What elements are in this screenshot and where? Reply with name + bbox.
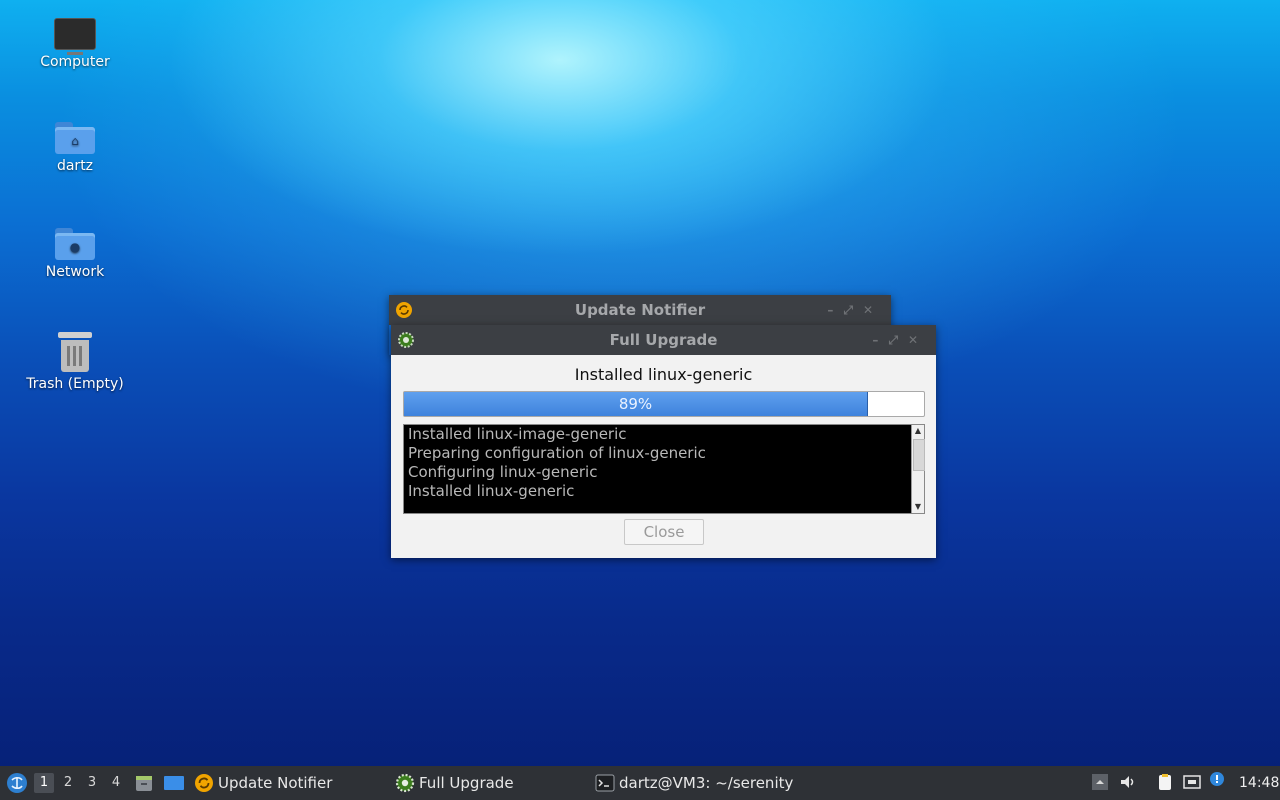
network-icon[interactable] <box>1183 773 1201 791</box>
update-notifier-titlebar[interactable]: Update Notifier –⤢✕ <box>389 295 891 325</box>
task-label: Full Upgrade <box>419 774 514 792</box>
log-output[interactable]: Installed linux-image-generic Preparing … <box>403 424 925 514</box>
desktop-icon-label: Trash (Empty) <box>26 376 124 392</box>
full-upgrade-window: Full Upgrade –⤢✕ Installed linux-generic… <box>391 325 936 558</box>
close-icon[interactable]: ✕ <box>908 333 928 347</box>
file-manager-icon[interactable] <box>134 773 154 793</box>
update-notifier-icon <box>396 302 412 318</box>
scroll-thumb[interactable] <box>913 439 925 471</box>
desktop-icon-home[interactable]: ⌂ dartz <box>20 122 130 174</box>
workspace-4[interactable]: 4 <box>106 773 126 793</box>
desktop-icon-computer[interactable]: Computer <box>20 18 130 70</box>
full-upgrade-titlebar[interactable]: Full Upgrade –⤢✕ <box>391 325 936 355</box>
progress-label: 89% <box>618 395 653 413</box>
gear-icon <box>398 332 414 348</box>
close-button[interactable]: Close <box>624 519 704 545</box>
update-notifier-icon <box>195 774 213 792</box>
log-line: Preparing configuration of linux-generic <box>408 444 706 462</box>
window-controls: –⤢✕ <box>872 325 928 355</box>
minimize-icon[interactable]: – <box>827 303 843 317</box>
network-folder-icon: ● <box>55 228 95 260</box>
workspace-2[interactable]: 2 <box>58 773 78 793</box>
task-update-notifier[interactable]: Update Notifier <box>194 766 384 800</box>
clock[interactable]: 14:48 <box>1239 766 1279 800</box>
close-icon[interactable]: ✕ <box>863 303 883 317</box>
desktop-icon-label: Computer <box>40 54 110 70</box>
computer-icon <box>54 18 96 55</box>
log-line: Installed linux-image-generic <box>408 425 627 443</box>
tray-expand-icon[interactable] <box>1091 773 1109 791</box>
task-label: dartz@VM3: ~/serenity <box>619 774 794 792</box>
window-title: Update Notifier <box>574 301 706 319</box>
notification-icon[interactable] <box>1208 771 1226 789</box>
taskbar: 1 2 3 4 Update Notifier Full Upgrade dar… <box>0 766 1280 800</box>
start-menu-icon[interactable] <box>6 772 28 794</box>
gear-icon <box>395 773 415 793</box>
scroll-up-icon[interactable]: ▲ <box>912 425 924 437</box>
terminal-icon <box>595 774 615 792</box>
desktop-icon-label: dartz <box>56 158 94 174</box>
full-upgrade-body: Installed linux-generic 89% Installed li… <box>391 355 936 558</box>
workspace-1[interactable]: 1 <box>34 773 54 793</box>
progress-bar: 89% <box>403 391 925 417</box>
volume-icon[interactable] <box>1119 773 1137 791</box>
desktop-icon-trash[interactable]: Trash (Empty) <box>20 332 130 392</box>
maximize-icon[interactable]: ⤢ <box>843 303 863 317</box>
workspace-3[interactable]: 3 <box>82 773 102 793</box>
home-folder-icon: ⌂ <box>55 122 95 154</box>
task-terminal[interactable]: dartz@VM3: ~/serenity <box>595 766 815 800</box>
window-controls: –⤢✕ <box>827 295 883 325</box>
trash-icon <box>58 332 92 372</box>
desktop-icon-label: Network <box>45 264 105 280</box>
maximize-icon[interactable]: ⤢ <box>888 333 908 347</box>
show-desktop-icon[interactable] <box>162 773 184 793</box>
log-line: Configuring linux-generic <box>408 463 598 481</box>
task-label: Update Notifier <box>218 774 333 792</box>
clipboard-icon[interactable] <box>1156 773 1174 791</box>
desktop-icon-network[interactable]: ● Network <box>20 228 130 280</box>
window-title: Full Upgrade <box>609 331 718 349</box>
scroll-down-icon[interactable]: ▼ <box>912 501 924 513</box>
log-scrollbar[interactable]: ▲ ▼ <box>911 425 925 513</box>
task-full-upgrade[interactable]: Full Upgrade <box>395 766 585 800</box>
status-text: Installed linux-generic <box>574 365 753 384</box>
minimize-icon[interactable]: – <box>872 333 888 347</box>
log-line: Installed linux-generic <box>408 482 575 500</box>
